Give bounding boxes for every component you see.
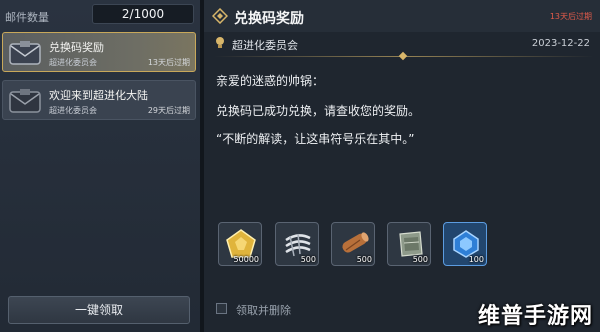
reward-quantity: 500 [356, 255, 372, 264]
envelope-icon [9, 89, 41, 113]
claim-and-delete-label[interactable]: 领取并删除 [236, 302, 291, 318]
reward-item-gold[interactable]: 50000 [218, 222, 262, 266]
reward-item-armor[interactable]: 500 [387, 222, 431, 266]
claim-all-button[interactable]: 一键领取 [8, 296, 190, 324]
mail-detail-title: 兑换码奖励 [234, 11, 304, 27]
reward-item-crystal[interactable]: 100 [443, 222, 487, 266]
mail-item-title: 欢迎来到超进化大陆 [49, 89, 148, 102]
reward-quantity: 500 [412, 255, 428, 264]
mail-quote: “不断的解读，让这串符号乐在其中。” [216, 132, 415, 146]
claim-and-delete-checkbox[interactable] [216, 303, 227, 314]
reward-item-claw[interactable]: 500 [275, 222, 319, 266]
diamond-emblem-icon [212, 8, 228, 24]
mail-count-value: 2/1000 [92, 4, 194, 24]
mail-detail-panel: 兑换码奖励 13天后过期 超进化委员会 2023-12-22 亲爱的迷惑的帅锅：… [204, 0, 600, 332]
mail-detail-header: 兑换码奖励 13天后过期 [204, 0, 600, 32]
lightbulb-icon [216, 37, 224, 48]
mail-date: 2023-12-22 [531, 38, 590, 49]
mail-body-line: 兑换码已成功兑换，请查收您的奖励。 [216, 104, 421, 118]
mail-detail-expire: 13天后过期 [549, 12, 592, 21]
mail-item-welcome[interactable]: 欢迎来到超进化大陆 超进化委员会 29天后过期 [2, 80, 196, 120]
mail-item-title: 兑换码奖励 [49, 41, 104, 54]
mail-item-sender: 超进化委员会 [49, 58, 97, 67]
envelope-icon [9, 41, 41, 65]
site-watermark: 维普手游网 [462, 290, 600, 332]
reward-quantity: 50000 [233, 255, 259, 264]
divider-ornament [398, 51, 408, 61]
mail-count-label: 邮件数量 [5, 11, 49, 24]
reward-quantity: 500 [300, 255, 316, 264]
mail-item-expire: 13天后过期 [147, 58, 190, 67]
mail-greeting: 亲爱的迷惑的帅锅： [216, 74, 325, 88]
mail-sender: 超进化委员会 [232, 39, 298, 52]
watermark-text: 维普手游网 [478, 304, 594, 329]
mail-item-sender: 超进化委员会 [49, 106, 97, 115]
mail-item-expire: 29天后过期 [147, 106, 190, 115]
reward-item-wood[interactable]: 500 [331, 222, 375, 266]
mail-list-panel: 邮件数量 2/1000 兑换码奖励 超进化委员会 13天后过期 欢迎来到超进化大… [0, 0, 200, 332]
mail-list-header: 邮件数量 2/1000 [0, 0, 200, 30]
reward-quantity: 100 [468, 255, 484, 264]
mail-item-redeem-reward[interactable]: 兑换码奖励 超进化委员会 13天后过期 [2, 32, 196, 72]
